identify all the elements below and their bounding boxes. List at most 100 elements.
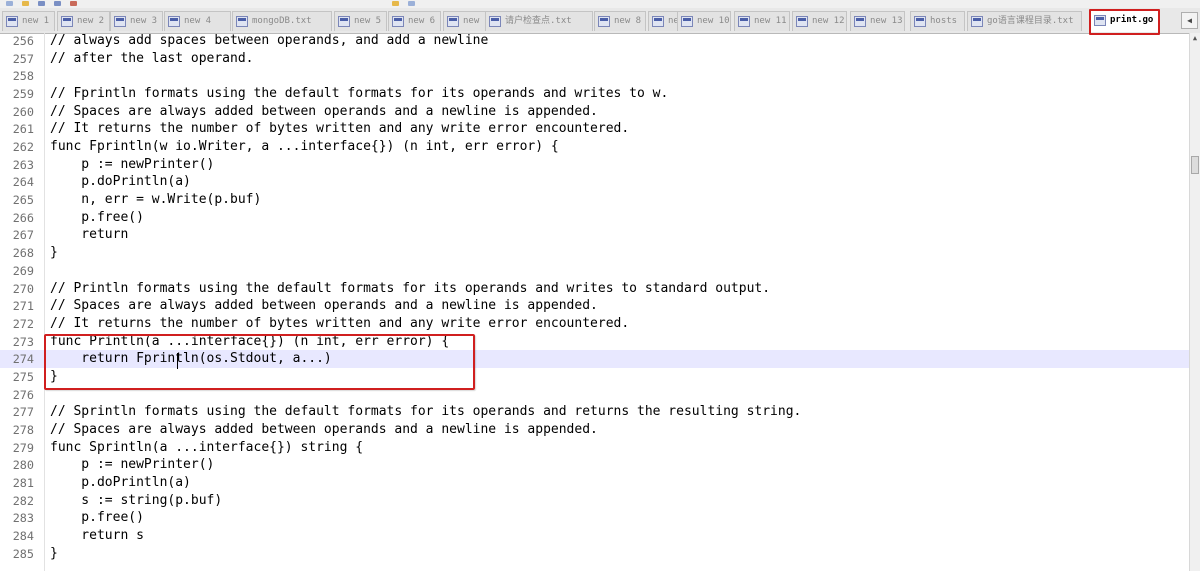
code-text: // always add spaces between operands, a… [50,33,489,48]
code-text: return [50,227,129,243]
code-line[interactable]: 265 n, err = w.Write(p.buf) [0,191,1189,209]
line-number: 257 [12,51,34,66]
code-line[interactable]: 259 // Fprintln formats using the default… [0,85,1189,103]
code-editor[interactable]: 256 // always add spaces between operands… [0,33,1189,571]
chevron-left-icon[interactable]: ◀ [1181,12,1198,29]
tab-0[interactable]: new 1 [2,11,55,31]
tab-label: 请户检查点.txt [505,16,572,26]
tab-label: new 13 [870,16,903,26]
code-line[interactable]: 280 p := newPrinter() [0,456,1189,474]
code-line[interactable]: 256 // always add spaces between operands… [0,33,1189,50]
line-number: 279 [12,440,34,455]
toolbar-icon-save-all[interactable] [54,1,61,6]
tab-label: new 4 [184,16,212,26]
tab-5[interactable]: new 5 [334,11,387,31]
code-text: // Spaces are always added between opera… [50,298,598,314]
tab-8[interactable]: 请户检查点.txt [485,11,593,31]
toolbar-icon-find[interactable] [392,1,399,6]
code-line[interactable]: 278 // Spaces are always added between op… [0,421,1189,439]
code-line[interactable]: 285} [0,545,1189,563]
code-line[interactable]: 284 return s [0,527,1189,545]
active-tab-highlight-box [1089,9,1160,35]
tab-4[interactable]: mongoDB.txt [232,11,332,31]
line-number: 262 [12,140,34,155]
file-icon [914,16,926,27]
code-line[interactable]: 271 // Spaces are always added between op… [0,297,1189,315]
file-icon [738,16,750,27]
toolbar-icon-close[interactable] [70,1,77,6]
code-line[interactable]: 257 // after the last operand. [0,50,1189,68]
line-number: 256 [12,34,34,48]
code-line[interactable]: 272 // It returns the number of bytes wri… [0,315,1189,333]
code-line[interactable]: 283 p.free() [0,509,1189,527]
file-icon [6,16,18,27]
code-line[interactable]: 282 s := string(p.buf) [0,492,1189,510]
code-line[interactable]: 261 // It returns the number of bytes wri… [0,120,1189,138]
tab-13[interactable]: new 12 [792,11,847,31]
code-text: } [50,545,58,561]
code-text: func Sprintln(a ...interface{}) string { [50,439,364,455]
line-number: 272 [12,316,34,331]
code-text: func Fprintln(w io.Writer, a ...interfac… [50,139,559,155]
file-icon [971,16,983,27]
tab-12[interactable]: new 11 [734,11,790,31]
code-text: s := string(p.buf) [50,492,223,508]
code-line[interactable]: 267 return [0,226,1189,244]
chevron-up-icon[interactable]: ▲ [1190,33,1200,44]
code-text: p.free() [50,510,144,526]
toolbar-icon-new[interactable] [6,1,13,6]
tab-16[interactable]: go语言课程目录.txt [967,11,1082,31]
toolbar-icon-save[interactable] [38,1,45,6]
tab-2[interactable]: new 3 [110,11,163,31]
code-line[interactable]: 269 [0,262,1189,280]
code-text: // It returns the number of bytes writte… [50,315,630,331]
line-number: 270 [12,281,34,296]
tab-6[interactable]: new 6 [388,11,441,31]
line-number: 258 [12,69,34,84]
code-text: n, err = w.Write(p.buf) [50,192,262,208]
code-line[interactable]: 277 // Sprintln formats using the default… [0,403,1189,421]
file-icon [61,16,73,27]
tab-3[interactable]: new 4 [164,11,231,31]
code-text: } [50,245,58,261]
toolbar-icon-open[interactable] [22,1,29,6]
code-line[interactable]: 266 p.free() [0,209,1189,227]
code-line[interactable]: 268} [0,244,1189,262]
vertical-scrollbar[interactable]: ▲ [1189,33,1200,571]
line-number: 284 [12,529,34,544]
code-line[interactable]: 270 // Println formats using the default … [0,280,1189,298]
tab-label: new 11 [754,16,787,26]
file-icon [236,16,248,27]
line-number: 281 [12,476,34,490]
code-text: // Sprintln formats using the default fo… [50,404,802,420]
line-number: 267 [12,228,34,243]
line-number: 274 [12,352,34,367]
code-line[interactable]: 260 // Spaces are always added between op… [0,103,1189,121]
code-text: p.free() [50,209,144,225]
tab-label: new 2 [77,16,105,26]
code-text: // Spaces are always added between opera… [50,103,598,119]
line-number: 271 [12,299,34,314]
code-text: p.doPrintln(a) [50,174,191,190]
line-number: 276 [12,387,34,402]
tab-9[interactable]: new 8 [594,11,646,31]
code-line[interactable]: 262 func Fprintln(w io.Writer, a ...inter… [0,138,1189,156]
code-line[interactable]: 258 [0,67,1189,85]
line-number: 268 [12,246,34,261]
tab-label: new 10 [697,16,730,26]
tab-14[interactable]: new 13 [850,11,905,31]
scrollbar-thumb[interactable] [1191,156,1199,174]
tab-1[interactable]: new 2 [57,11,110,31]
code-line[interactable]: 279 func Sprintln(a ...interface{}) strin… [0,439,1189,457]
code-line[interactable]: 281 p.doPrintln(a) [0,474,1189,492]
file-icon [168,16,180,27]
line-number: 266 [12,210,34,225]
code-line[interactable]: 264 p.doPrintln(a) [0,173,1189,191]
code-text: p := newPrinter() [50,457,215,473]
tab-11[interactable]: new 10 [677,11,731,31]
code-line[interactable]: 263 p := newPrinter() [0,156,1189,174]
toolbar-icon-replace[interactable] [408,1,415,6]
file-icon [392,16,404,27]
file-icon [854,16,866,27]
tab-15[interactable]: hosts [910,11,965,31]
